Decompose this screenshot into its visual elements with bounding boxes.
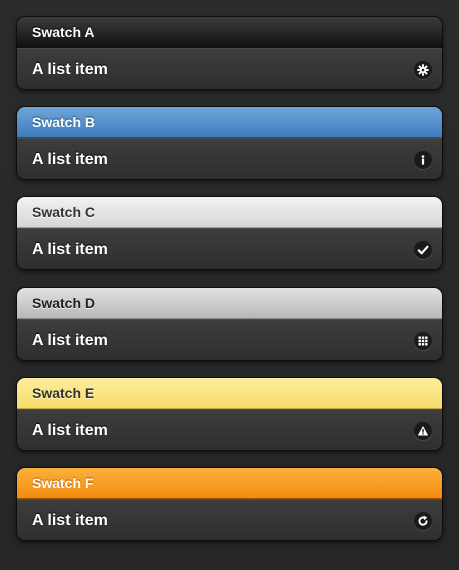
swatch-e-divider: Swatch E — [17, 378, 442, 409]
list-item-label: A list item — [32, 60, 108, 78]
swatch-d-list-item[interactable]: A list item — [17, 319, 442, 360]
swatch-a-divider: Swatch A — [17, 17, 442, 48]
list-item-label: A list item — [32, 421, 108, 439]
swatch-b-list-item[interactable]: A list item — [17, 138, 442, 179]
info-icon — [414, 150, 432, 169]
list-item-label: A list item — [32, 240, 108, 258]
gear-icon — [414, 60, 432, 79]
swatch-e-list-item[interactable]: A list item — [17, 409, 442, 450]
swatch-f-list-item[interactable]: A list item — [17, 499, 442, 540]
grid-icon — [414, 331, 432, 350]
refresh-icon — [414, 511, 432, 530]
swatch-c-list-item[interactable]: A list item — [17, 228, 442, 269]
list-item-label: A list item — [32, 331, 108, 349]
swatch-b-list: Swatch B A list item — [16, 106, 443, 180]
swatch-d-list: Swatch D A list item — [16, 287, 443, 361]
alert-icon — [414, 421, 432, 440]
swatch-c-list: Swatch C A list item — [16, 196, 443, 270]
swatch-f-divider: Swatch F — [17, 468, 442, 499]
check-icon — [414, 240, 432, 259]
swatch-e-list: Swatch E A list item — [16, 377, 443, 451]
swatch-a-list-item[interactable]: A list item — [17, 48, 442, 89]
swatch-a-list: Swatch A A list item — [16, 16, 443, 90]
list-item-label: A list item — [32, 150, 108, 168]
swatch-d-divider: Swatch D — [17, 288, 442, 319]
swatch-c-divider: Swatch C — [17, 197, 442, 228]
swatch-f-list: Swatch F A list item — [16, 467, 443, 541]
swatch-b-divider: Swatch B — [17, 107, 442, 138]
list-item-label: A list item — [32, 511, 108, 529]
